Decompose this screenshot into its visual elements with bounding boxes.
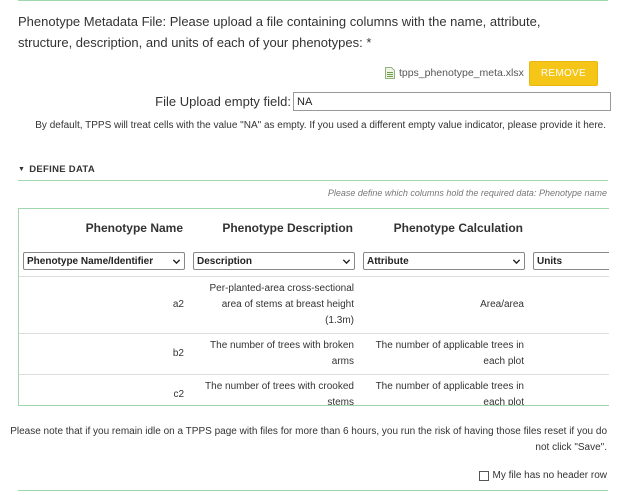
column-header-phenotype-name: Phenotype Name <box>85 220 183 235</box>
select-value: Attribute <box>367 255 409 267</box>
phenotype-name-cell: a2 <box>19 276 189 334</box>
chevron-down-icon <box>342 258 351 264</box>
define-data-divider <box>18 180 608 181</box>
table-row: c2 The number of trees with crooked stem… <box>19 374 609 405</box>
select-value: Phenotype Name/Identifier <box>27 255 154 267</box>
idle-warning-note: Please note that if you remain idle on a… <box>10 426 607 453</box>
phenotype-calculation-cell: Area/area <box>359 276 529 334</box>
phenotype-description-cell: Per-planted-area cross-sectional area of… <box>189 276 359 334</box>
no-header-row-checkbox[interactable] <box>479 470 490 481</box>
empty-field-help: By default, TPPS will treat cells with t… <box>35 120 606 131</box>
empty-field-label: File Upload empty field: <box>155 94 291 109</box>
phenotype-units-cell <box>529 276 609 334</box>
table-row: a2 Per-planted-area cross-sectional area… <box>19 276 609 334</box>
uploaded-file-row: tpps_phenotype_meta.xlsx REMOVE <box>385 60 598 86</box>
no-header-row-option[interactable]: My file has no header row <box>479 470 607 481</box>
table-row: b2 The number of trees with broken arms … <box>19 333 609 375</box>
phenotype-description-cell: The number of trees with crooked stems <box>189 374 359 405</box>
column-select-phenotype-calculation[interactable]: Attribute <box>363 252 525 270</box>
bottom-divider <box>18 490 608 491</box>
empty-field-input[interactable] <box>293 92 611 111</box>
phenotype-name-cell: c2 <box>19 374 189 405</box>
define-data-help: Please define which columns hold the req… <box>327 188 607 198</box>
select-value: Description <box>197 255 253 267</box>
select-value: Units <box>537 255 562 267</box>
metadata-file-label: Phenotype Metadata File: Please upload a… <box>18 14 541 50</box>
phenotype-name-cell: b2 <box>19 333 189 375</box>
phenotype-calculation-cell: The number of applicable trees in each p… <box>359 374 529 405</box>
chevron-down-icon <box>172 258 181 264</box>
no-header-row-label: My file has no header row <box>492 470 607 481</box>
remove-file-button[interactable]: REMOVE <box>528 60 598 86</box>
column-header-phenotype-description: Phenotype Description <box>222 220 353 235</box>
column-mapping-table-container[interactable]: Phenotype Name Phenotype Description Phe… <box>18 208 609 406</box>
column-header-phenotype-calculation: Phenotype Calculation <box>393 220 523 235</box>
phenotype-description-cell: The number of trees with broken arms <box>189 333 359 375</box>
define-data-title: DEFINE DATA <box>29 164 95 175</box>
column-select-units[interactable]: Units <box>533 252 609 270</box>
top-divider <box>18 0 608 1</box>
phenotype-units-cell <box>529 374 609 405</box>
column-select-phenotype-name[interactable]: Phenotype Name/Identifier <box>23 252 185 270</box>
column-select-phenotype-description[interactable]: Description <box>193 252 355 270</box>
caret-down-icon: ▼ <box>18 166 26 173</box>
uploaded-file-name[interactable]: tpps_phenotype_meta.xlsx <box>399 67 524 79</box>
phenotype-calculation-cell: The number of applicable trees in each p… <box>359 333 529 375</box>
table-header-row: Phenotype Name Phenotype Description Phe… <box>19 209 609 246</box>
spreadsheet-file-icon <box>385 67 395 79</box>
phenotype-units-cell <box>529 333 609 375</box>
column-header-units <box>529 209 609 246</box>
column-mapping-table: Phenotype Name Phenotype Description Phe… <box>19 209 609 405</box>
define-data-toggle[interactable]: ▼ DEFINE DATA <box>18 164 95 175</box>
column-select-row: Phenotype Name/Identifier Description At… <box>19 246 609 277</box>
chevron-down-icon <box>512 258 521 264</box>
